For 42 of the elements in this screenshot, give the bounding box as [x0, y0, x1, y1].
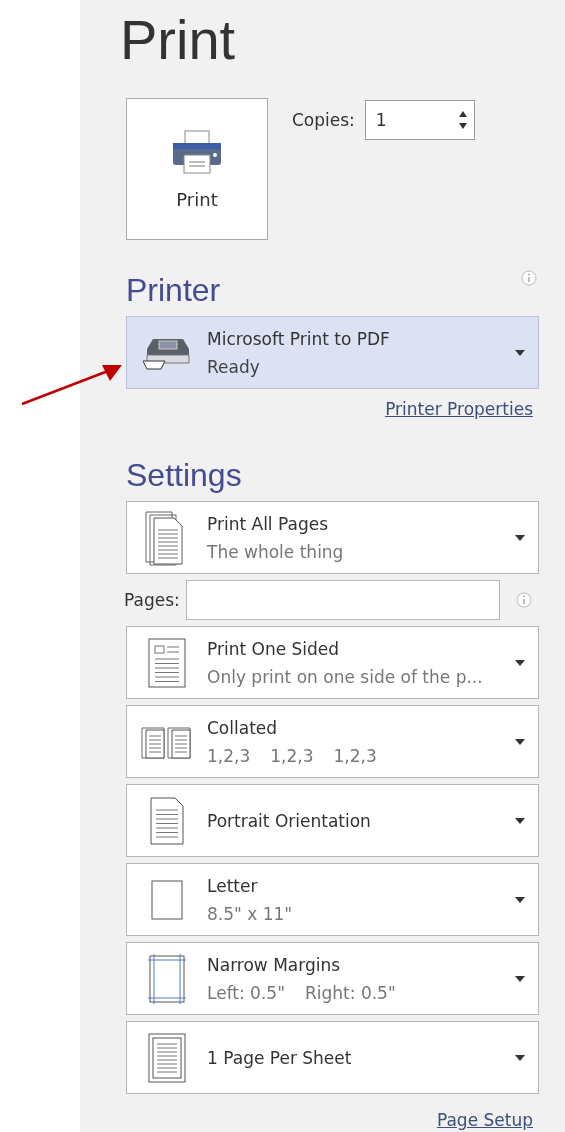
- option-detail: 1,2,3: [207, 745, 251, 766]
- settings-dropdown[interactable]: Narrow Margins Left: 0.5" Right: 0.5": [126, 942, 539, 1015]
- caret-icon: [514, 816, 526, 825]
- page-per-sheet-icon: [146, 1031, 188, 1084]
- page-title: Print: [120, 8, 237, 72]
- settings-dropdown[interactable]: Letter 8.5" x 11": [126, 863, 539, 936]
- section-heading: Settings: [126, 456, 243, 495]
- blank-page-icon: [149, 877, 185, 922]
- copies-spinner[interactable]: 1: [364, 100, 475, 140]
- settings-dropdown[interactable]: Print One Sided Only print on one side of the p...: [126, 626, 539, 699]
- portrait-page-icon: [148, 795, 186, 846]
- caret-icon: [514, 348, 526, 357]
- option-title: Narrow Margins: [207, 954, 342, 975]
- option-detail: 1,2,3: [333, 745, 377, 766]
- caret-icon: [514, 658, 526, 667]
- option-detail: Right: 0.5": [305, 982, 396, 1003]
- settings-dropdown[interactable]: Portrait Orientation: [126, 784, 539, 857]
- single-page-icon: [146, 636, 188, 689]
- copies-label: Copies:: [292, 110, 355, 130]
- pages-label: Pages:: [124, 590, 180, 610]
- caret-icon: [514, 1053, 526, 1062]
- pages-input[interactable]: [185, 580, 500, 620]
- print-button[interactable]: Print: [126, 98, 268, 240]
- margins-page-icon: [147, 952, 187, 1005]
- page-setup-link[interactable]: Page Setup: [436, 1110, 533, 1130]
- caret-icon: [514, 533, 526, 542]
- spin-arrows-icon: [457, 110, 468, 130]
- option-detail: 1,2,3: [270, 745, 314, 766]
- info-icon: [515, 592, 532, 608]
- settings-dropdown[interactable]: Collated 1,2,3 1,2,3 1,2,3: [126, 705, 539, 778]
- section-heading: Printer: [126, 271, 221, 310]
- settings-dropdown[interactable]: Print All Pages The whole thing: [126, 501, 539, 574]
- caret-icon: [514, 974, 526, 983]
- caret-icon: [514, 737, 526, 746]
- printer-properties-link[interactable]: Printer Properties: [385, 399, 533, 419]
- caret-icon: [514, 895, 526, 904]
- option-detail: Left: 0.5": [207, 982, 285, 1003]
- info-icon: [521, 270, 537, 286]
- printer-dropdown[interactable]: Microsoft Print to PDF Ready: [126, 316, 539, 389]
- printer-icon: [171, 128, 223, 175]
- settings-dropdown[interactable]: 1 Page Per Sheet: [126, 1021, 539, 1094]
- option-title: Collated: [207, 717, 279, 738]
